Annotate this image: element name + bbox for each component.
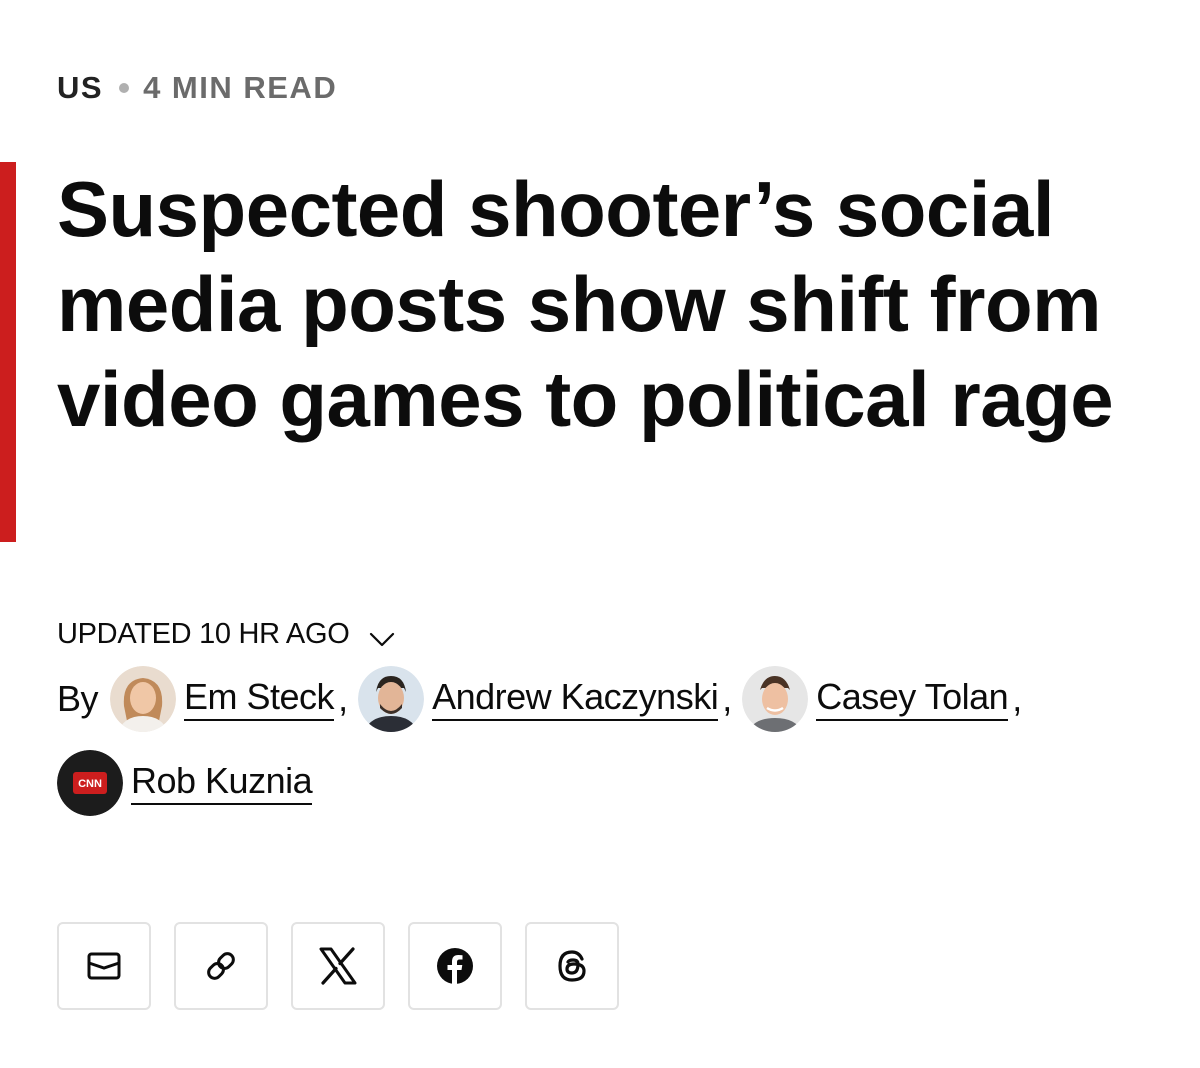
cnn-logo-text: CNN [78,778,102,790]
share-facebook-button[interactable] [408,922,502,1010]
author-avatar[interactable] [742,666,809,732]
separator-dot [119,83,130,93]
byline: By Em Steck , Andrew Kaczynski , Casey T… [57,664,1177,818]
copy-link-button[interactable] [174,922,268,1010]
author-avatar[interactable] [358,666,425,732]
author-em-steck[interactable]: Em Steck [110,666,335,732]
author-separator: , [1012,678,1023,719]
share-x-button[interactable] [291,922,385,1010]
author-rob-kuznia[interactable]: CNN Rob Kuznia [57,750,313,816]
cnn-logo-avatar[interactable]: CNN [57,750,123,816]
updated-label: UPDATED 10 HR AGO [57,618,350,650]
section-label[interactable]: US [57,70,103,106]
x-logo-icon [318,947,358,985]
author-name-link[interactable]: Rob Kuznia [131,761,313,805]
facebook-icon [436,947,474,985]
read-time: 4 MIN READ [143,70,338,105]
author-name-link[interactable]: Andrew Kaczynski [432,677,719,721]
page-title: Suspected shooter’s social media posts s… [57,165,1114,443]
article-header: US 4 MIN READ Suspected shooter’s social… [0,0,1200,1068]
author-name-link[interactable]: Em Steck [184,677,335,721]
author-casey-tolan[interactable]: Casey Tolan [742,666,1009,732]
author-avatar[interactable] [110,666,177,732]
byline-row: By Em Steck , Andrew Kaczynski , Casey T… [57,664,1177,734]
headline-accent-bar [0,162,16,542]
article-kicker: US 4 MIN READ [57,70,337,106]
email-icon [86,951,122,981]
chevron-down-icon [368,625,396,646]
byline-row: CNN Rob Kuznia [57,748,1177,818]
author-separator: , [722,678,733,719]
share-email-button[interactable] [57,922,151,1010]
author-separator: , [338,678,349,719]
author-andrew-kaczynski[interactable]: Andrew Kaczynski [358,666,719,732]
link-icon [203,948,239,984]
updated-timestamp-toggle[interactable]: UPDATED 10 HR AGO [57,618,396,651]
author-name-link[interactable]: Casey Tolan [816,677,1009,721]
share-threads-button[interactable] [525,922,619,1010]
share-bar [57,922,619,1010]
byline-prefix: By [57,678,99,719]
threads-icon [553,947,591,985]
